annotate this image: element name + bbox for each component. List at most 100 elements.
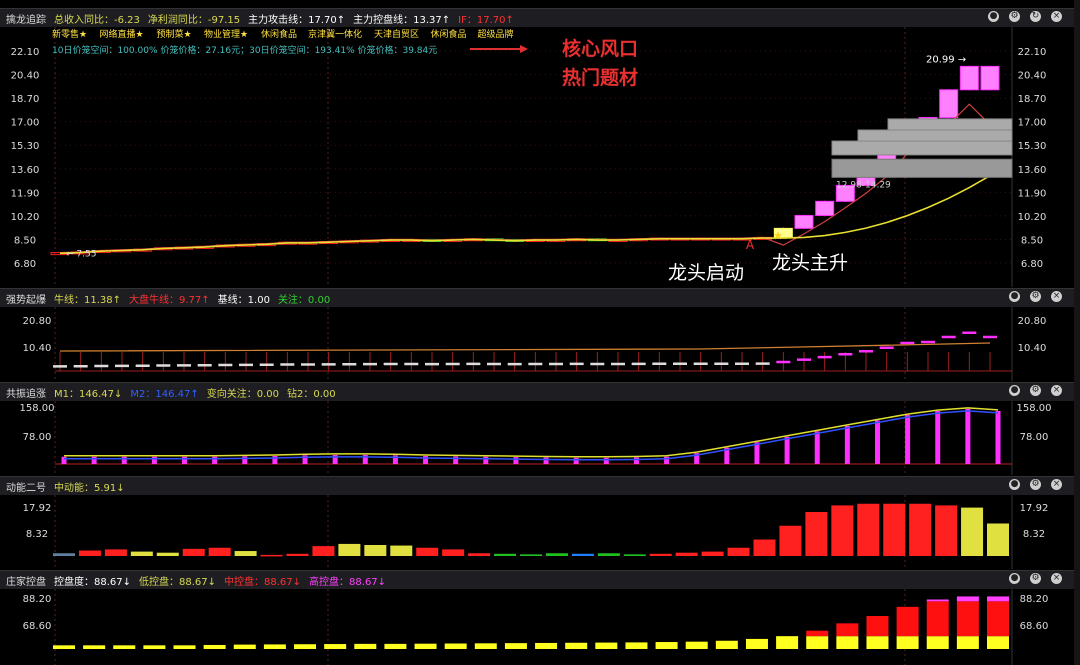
mini-candle: [487, 362, 501, 366]
resonance-bar: [513, 457, 519, 464]
control-low-bar: [83, 645, 106, 649]
panel-resonance-header: 共振追涨 M1：146.47↓ M2：146.47↑ 变向关注：0.00 钻2：0.0…: [0, 382, 1080, 401]
panel2-value-3: 关注：0.00: [277, 294, 331, 306]
bull-line: [59, 342, 991, 352]
panel-momentum-title[interactable]: 动能二号: [6, 479, 46, 494]
left-tick-label: 17.92: [23, 503, 52, 514]
momentum-bar: [909, 503, 932, 556]
settings-dot-icon[interactable]: ●: [1009, 573, 1020, 584]
momentum-chart[interactable]: 17.92 8.32 17.92 8.32: [0, 495, 1080, 569]
concept-tag: 休闲食品: [261, 28, 297, 40]
mini-candle: [879, 346, 894, 349]
mini-candle: [735, 362, 749, 365]
main-price-chart[interactable]: 22.10 22.10 20.40 20.40 18.70 18.70 17.00 17.00…: [0, 27, 1080, 287]
mini-candle: [94, 364, 109, 368]
resonance-bar: [814, 431, 820, 464]
control-low-bar: [715, 640, 738, 649]
gear-icon[interactable]: ⚙: [1009, 11, 1020, 22]
control-high-bar: [956, 596, 979, 602]
control-low-bar: [324, 644, 347, 649]
control-low-bar: [504, 643, 527, 649]
mini-candle: [507, 362, 522, 366]
right-tick-label: 17.92: [1020, 503, 1049, 514]
panel-strong-breakout-title[interactable]: 强势起爆: [6, 291, 46, 306]
panel-strong-breakout-header: 强势起爆 牛线：11.38↑ 大盘牛线：9.77↑ 基线：1.00 关注：0.00 ●…: [0, 288, 1080, 307]
right-tick-label: 78.00: [1020, 432, 1049, 443]
control-low-bar: [203, 644, 226, 649]
red-arrow-head: [520, 45, 528, 53]
momentum-bar: [779, 525, 802, 556]
concept-tag: 新零售★: [52, 28, 87, 40]
panel3-value-1: M2：146.47↑: [130, 388, 199, 400]
control-high-bar: [926, 599, 949, 602]
left-tick-label: 22.10: [11, 47, 40, 58]
concept-tag: 京津冀一体化: [308, 28, 362, 40]
settings-dot-icon[interactable]: ●: [1009, 385, 1020, 396]
right-tick-label: 20.40: [1018, 71, 1047, 82]
mini-candle: [383, 362, 398, 366]
resonance-bar: [573, 457, 579, 464]
momentum-bar: [857, 503, 880, 556]
control-low-bar: [233, 644, 256, 649]
right-tick-label: 13.60: [1018, 165, 1047, 176]
left-tick-label: 88.20: [23, 594, 52, 605]
resonance-bar: [965, 408, 971, 464]
control-low-bar: [113, 645, 136, 649]
left-tick-label: 18.70: [11, 94, 40, 105]
close-icon[interactable]: ×: [1051, 479, 1062, 490]
close-icon[interactable]: ×: [1051, 385, 1062, 396]
main-header-value-2: 主力攻击线：17.70↑: [248, 14, 346, 26]
momentum-bar: [312, 546, 335, 556]
right-tick-label: 17.00: [1018, 118, 1047, 129]
gear-icon[interactable]: ⚙: [1030, 573, 1041, 584]
close-icon[interactable]: ×: [1051, 291, 1062, 302]
settings-dot-icon[interactable]: ●: [1009, 479, 1020, 490]
concept-tag: 超级品牌: [478, 28, 514, 40]
gear-icon[interactable]: ⚙: [1030, 479, 1041, 490]
mini-candle: [218, 363, 233, 367]
momentum-bar: [416, 547, 439, 556]
mini-candle: [983, 335, 997, 339]
mini-candle: [673, 362, 687, 365]
refresh-icon[interactable]: ↻: [1030, 11, 1041, 22]
momentum-bar: [182, 548, 205, 556]
candle-body: [794, 214, 814, 229]
left-tick-label: 10.20: [11, 212, 40, 223]
candle-body: [815, 200, 835, 216]
mini-candle: [445, 362, 460, 366]
control-low-bar: [53, 645, 75, 649]
close-icon[interactable]: ×: [1051, 573, 1062, 584]
control-mid-bar: [987, 601, 1009, 637]
right-scrollbar[interactable]: [1074, 0, 1080, 665]
control-low-bar: [414, 643, 437, 649]
mini-candle: [962, 331, 977, 335]
mini-candle: [73, 365, 88, 368]
gear-icon[interactable]: ⚙: [1030, 291, 1041, 302]
panel4-value-0: 中动能：5.91↓: [54, 482, 125, 494]
strong-breakout-chart[interactable]: 20.80 10.40 20.80 10.40: [0, 307, 1080, 381]
control-mid-bar: [926, 601, 949, 637]
main-indicator-title[interactable]: 擒龙追踪: [6, 11, 46, 26]
control-chart[interactable]: 88.20 68.60 88.20 68.60: [0, 589, 1080, 665]
momentum-bar: [935, 505, 958, 556]
mini-candle: [921, 340, 935, 344]
panel-resonance-title[interactable]: 共振追涨: [6, 385, 46, 400]
momentum-bar: [831, 505, 854, 556]
mini-candle: [115, 364, 129, 368]
panel-control-title[interactable]: 庄家控盘: [6, 573, 46, 588]
mini-candle: [797, 358, 811, 361]
right-tick-label: 8.32: [1023, 529, 1045, 540]
settings-dot-icon[interactable]: ●: [988, 11, 999, 22]
settings-dot-icon[interactable]: ●: [1009, 291, 1020, 302]
close-icon[interactable]: ×: [1051, 11, 1062, 22]
mini-candle: [53, 365, 67, 368]
mini-candle: [528, 362, 543, 366]
dragon-start-label: 龙头启动: [668, 262, 744, 284]
resonance-chart[interactable]: 158.00 78.00 158.00 78.00: [0, 401, 1080, 475]
start-price-label: ← 7.55: [66, 250, 96, 260]
mini-candle: [466, 362, 481, 366]
panel3-icons: ● ⚙ ×: [1009, 385, 1062, 396]
right-tick-label: 88.20: [1020, 594, 1049, 605]
gear-icon[interactable]: ⚙: [1030, 385, 1041, 396]
momentum-bar: [130, 551, 153, 556]
